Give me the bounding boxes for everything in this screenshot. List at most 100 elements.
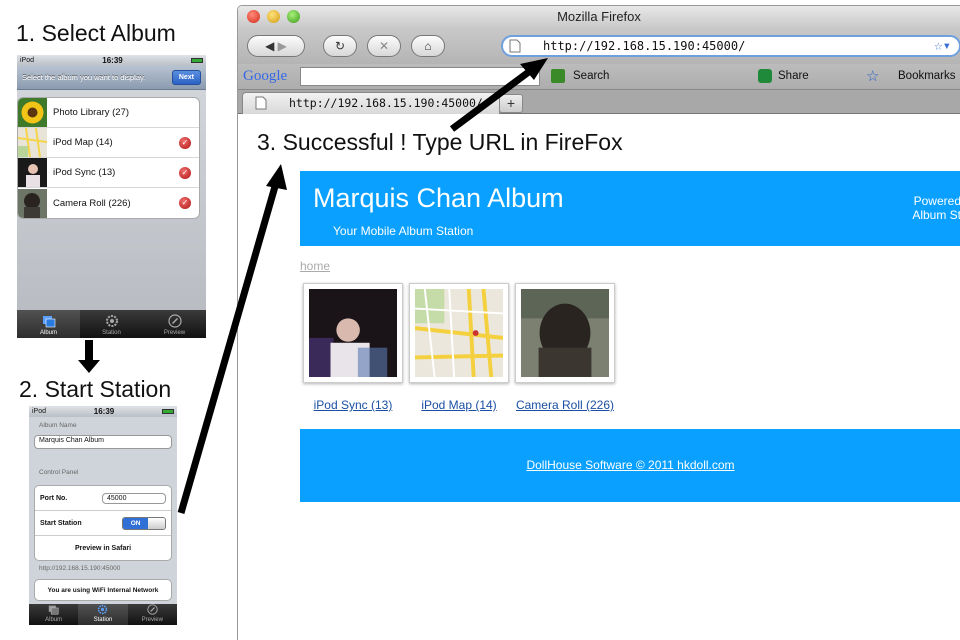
tab-album[interactable]: Album [17, 310, 80, 338]
tab-station[interactable]: Station [80, 310, 143, 338]
album-list: Photo Library (27) iPod Map (14) ✓ iPod … [17, 97, 200, 219]
start-station-row: Start Station ON [35, 511, 171, 536]
gear-icon [98, 604, 108, 615]
firefox-window: Mozilla Firefox ◀ ▶ ↻ ✕ ⌂ http://192.168… [237, 5, 960, 640]
album-row-ipod-map[interactable]: iPod Map (14) ✓ [18, 128, 199, 158]
forward-arrow-icon: ▶ [277, 39, 287, 53]
tab-label: Station [93, 617, 113, 623]
album-row-camera-roll[interactable]: Camera Roll (226) ✓ [18, 188, 199, 218]
album-label: Photo Library (27) [53, 107, 130, 118]
window-title-bar: Mozilla Firefox [238, 6, 960, 28]
reload-button[interactable]: ↻ [323, 35, 357, 57]
ipod-sync-image [309, 289, 397, 377]
tab-preview[interactable]: Preview [143, 310, 206, 338]
album-link-camera-roll[interactable]: Camera Roll (226) [515, 398, 615, 413]
search-toolbar: Google Search Share ☆ Bookmarks [238, 64, 960, 90]
album-icon [42, 316, 55, 328]
site-subtitle: Your Mobile Album Station [333, 224, 474, 238]
tab-station[interactable]: Station [78, 604, 128, 625]
toggle-on-label: ON [123, 517, 149, 529]
tab-album[interactable]: Album [29, 604, 78, 625]
album-thumb-ipod-sync[interactable] [303, 283, 403, 383]
back-arrow-icon: ◀ [265, 39, 275, 53]
google-search-input[interactable] [300, 67, 540, 86]
port-label: Port No. [40, 494, 68, 502]
home-button[interactable]: ⌂ [411, 35, 445, 57]
back-forward-button[interactable]: ◀ ▶ [247, 35, 305, 57]
control-panel-label: Control Panel [39, 469, 79, 476]
album-link-ipod-sync[interactable]: iPod Sync (13) [303, 398, 403, 413]
phone-tab-bar: Album Station Preview [29, 604, 177, 625]
browser-tab[interactable]: http://192.168.15.190:45000/ [242, 92, 500, 114]
page-content: 3. Successful ! Type URL in FireFox Marq… [238, 114, 960, 640]
tab-preview[interactable]: Preview [128, 604, 177, 625]
album-name-field[interactable]: Marquis Chan Album [34, 435, 172, 449]
album-name-label: Album Name [39, 422, 77, 429]
tab-label: Album [45, 617, 63, 623]
album-thumb-camera-roll[interactable] [515, 283, 615, 383]
gear-icon [105, 315, 118, 327]
album-link-ipod-map[interactable]: iPod Map (14) [409, 398, 509, 413]
step2-caption: 2. Start Station [19, 376, 172, 402]
preview-safari-label: Preview in Safari [74, 545, 132, 552]
bookmarks-button[interactable]: Bookmarks [898, 70, 956, 82]
share-icon [758, 69, 772, 83]
compass-icon [147, 604, 158, 615]
minimize-window-icon[interactable] [267, 10, 280, 23]
checkmark-icon: ✓ [179, 197, 191, 209]
album-label: iPod Sync (13) [53, 167, 116, 178]
checkmark-icon: ✓ [179, 136, 191, 149]
reload-icon: ↻ [334, 39, 346, 53]
tab-strip: http://192.168.15.190:45000/ + [238, 90, 960, 114]
album-thumb-ipod-map[interactable] [409, 283, 509, 383]
phone-tab-bar: Album Station Preview [17, 310, 206, 338]
close-window-icon[interactable] [247, 10, 260, 23]
sunflower-thumbnail [18, 98, 47, 127]
new-tab-button[interactable]: + [499, 94, 523, 113]
start-station-toggle[interactable]: ON [122, 516, 166, 530]
site-header: Marquis Chan Album Your Mobile Album Sta… [300, 171, 960, 246]
tab-label: Album [39, 330, 57, 336]
album-label: Camera Roll (226) [53, 197, 131, 209]
site-title: Marquis Chan Album [313, 183, 564, 213]
share-button[interactable]: Share [778, 70, 809, 82]
powered-by-text: Powered Album St [912, 194, 960, 222]
phone-album-select: iPod 16:39 Select the album you want to … [17, 55, 206, 338]
compass-icon [167, 314, 182, 328]
home-link[interactable]: home [300, 259, 330, 273]
window-title: Mozilla Firefox [557, 9, 641, 24]
navigation-toolbar: ◀ ▶ ↻ ✕ ⌂ http://192.168.15.190:45000/ ☆… [238, 28, 960, 64]
next-button[interactable]: Next [171, 70, 201, 85]
status-time: 16:39 [102, 56, 123, 65]
map-thumbnail [18, 128, 47, 157]
carrier-label: iPod [20, 57, 35, 64]
site-footer-link[interactable]: DollHouse Software © 2011 hkdoll.com [300, 429, 960, 502]
bookmark-star-icon[interactable]: ☆▾ [934, 37, 951, 55]
network-message: You are using WiFi Internal Network [34, 579, 172, 601]
stop-button[interactable]: ✕ [367, 35, 401, 57]
ipod-map-image [414, 288, 504, 378]
phone-start-station: iPod 16:39 Album Name Marquis Chan Album… [29, 406, 177, 625]
home-icon: ⌂ [424, 39, 432, 53]
album-icon [48, 605, 59, 615]
zoom-window-icon[interactable] [287, 10, 300, 23]
camera-roll-thumbnail [18, 188, 47, 218]
start-station-label: Start Station [40, 519, 82, 527]
instruction-text: Select the album you want to display. [22, 73, 146, 82]
battery-icon [161, 409, 174, 414]
url-bar[interactable]: http://192.168.15.190:45000/ ☆▾ [501, 35, 960, 57]
preview-safari-button[interactable]: Preview in Safari [35, 536, 171, 560]
search-button[interactable]: Search [573, 70, 609, 82]
album-row-photo-library[interactable]: Photo Library (27) [18, 98, 199, 128]
camera-roll-image [521, 289, 609, 377]
url-text: http://192.168.15.190:45000/ [543, 39, 746, 53]
tab-label: Station [102, 330, 121, 336]
battery-icon [190, 58, 203, 63]
port-input[interactable]: 45000 [102, 492, 166, 504]
google-logo: Google [243, 68, 288, 84]
carrier-label: iPod [32, 408, 47, 415]
album-row-ipod-sync[interactable]: iPod Sync (13) ✓ [18, 158, 199, 188]
tab-label: Preview [163, 330, 186, 336]
sync-thumbnail [18, 158, 47, 187]
phone-status-bar: iPod 16:39 [17, 55, 206, 66]
